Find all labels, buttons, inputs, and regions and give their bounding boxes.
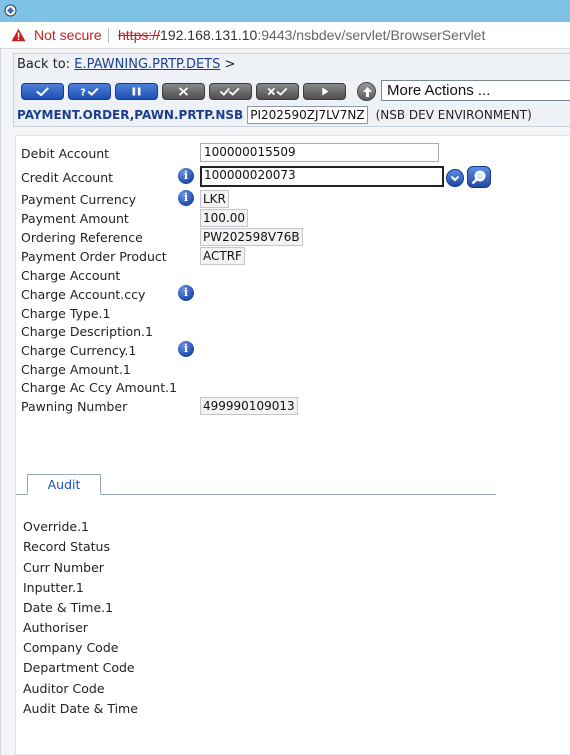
back-to-suffix: > xyxy=(224,57,236,72)
ordering-reference-value: PW202598V76B xyxy=(200,228,303,246)
record-status-label: Record Status xyxy=(23,539,110,554)
charge-description-label: Charge Description.1 xyxy=(21,324,153,339)
context-enquiry-button[interactable] xyxy=(357,82,376,101)
record-id-field: PI202590ZJ7LV7NZ xyxy=(247,106,368,124)
not-secure-label[interactable]: Not secure xyxy=(34,27,102,43)
charge-currency-label: Charge Currency.1 xyxy=(21,343,137,358)
next-record-button[interactable] xyxy=(303,83,346,100)
url-path: :9443/nsbdev/servlet/BrowserServlet xyxy=(257,27,486,43)
inputter-label: Inputter.1 xyxy=(23,580,84,595)
credit-account-lookup-button[interactable] xyxy=(467,166,491,188)
auditor-code-label: Auditor Code xyxy=(23,681,105,696)
question-check-icon: ? xyxy=(80,87,99,98)
payment-currency-label: Payment Currency xyxy=(21,192,137,207)
url-scheme: https:// xyxy=(118,27,161,43)
url-text[interactable]: https://192.168.131.10:9443/nsbdev/servl… xyxy=(118,27,485,43)
charge-account-ccy-label: Charge Account.ccy xyxy=(21,287,146,302)
pawning-number-value: 499990109013 xyxy=(200,397,298,415)
info-icon[interactable]: i xyxy=(178,168,194,184)
charge-amount-label: Charge Amount.1 xyxy=(21,362,131,377)
magnifier-icon xyxy=(471,170,486,185)
department-code-label: Department Code xyxy=(23,660,135,675)
tab-bar: Audit xyxy=(16,474,496,495)
charge-type-label: Charge Type.1 xyxy=(21,306,111,321)
chevron-down-icon xyxy=(450,175,460,182)
back-to-prefix: Back to: xyxy=(17,57,71,72)
page-content: Back to: E.PAWNING.PRTP.DETS > ? More Ac… xyxy=(0,49,570,755)
application-header: PAYMENT.ORDER,PAWN.PRTP.NSB PI202590ZJ7L… xyxy=(17,106,532,124)
commit-deal-button[interactable] xyxy=(21,83,64,100)
payment-order-form: Debit Account 100000015509 Credit Accoun… xyxy=(15,135,570,755)
payment-order-product-label: Payment Order Product xyxy=(21,249,167,264)
curr-number-label: Curr Number xyxy=(23,560,104,575)
environment-label: (NSB DEV ENVIRONMENT) xyxy=(375,108,532,122)
svg-text:?: ? xyxy=(80,87,86,98)
override-label: Override.1 xyxy=(23,519,90,534)
back-to-link[interactable]: E.PAWNING.PRTP.DETS xyxy=(74,57,220,72)
arrow-up-icon xyxy=(363,87,372,97)
payment-currency-value: LKR xyxy=(200,190,229,208)
company-code-label: Company Code xyxy=(23,640,119,655)
pawning-number-label: Pawning Number xyxy=(21,399,128,414)
address-divider xyxy=(108,28,109,43)
app-window-icon xyxy=(4,4,17,17)
cross-check-icon xyxy=(267,87,288,96)
info-icon[interactable]: i xyxy=(178,341,194,357)
debit-account-input[interactable]: 100000015509 xyxy=(200,143,439,162)
double-check-icon xyxy=(219,87,240,96)
payment-amount-label: Payment Amount xyxy=(21,211,129,226)
contract-toolbar: Back to: E.PAWNING.PRTP.DETS > ? More Ac… xyxy=(13,53,570,127)
credit-account-input[interactable]: 100000020073 xyxy=(200,166,444,187)
browser-title-bar xyxy=(0,0,570,22)
application-title: PAYMENT.ORDER,PAWN.PRTP.NSB xyxy=(17,108,244,122)
delete-deal-button[interactable] xyxy=(162,83,205,100)
close-icon xyxy=(178,87,189,96)
breadcrumb: Back to: E.PAWNING.PRTP.DETS > xyxy=(17,57,235,72)
reverse-deal-button[interactable] xyxy=(256,83,299,100)
payment-order-product-value: ACTRF xyxy=(200,247,245,265)
validate-deal-button[interactable]: ? xyxy=(68,83,111,100)
charge-ac-ccy-amount-label: Charge Ac Ccy Amount.1 xyxy=(21,380,178,395)
pause-icon xyxy=(132,87,141,96)
warning-icon xyxy=(11,28,26,42)
debit-account-label: Debit Account xyxy=(21,146,110,161)
hold-deal-button[interactable] xyxy=(115,83,158,100)
charge-account-label: Charge Account xyxy=(21,268,121,283)
address-bar[interactable]: Not secure https://192.168.131.10:9443/n… xyxy=(0,22,570,49)
authorise-deal-button[interactable] xyxy=(209,83,252,100)
credit-account-label: Credit Account xyxy=(21,170,114,185)
url-host: 192.168.131.10 xyxy=(160,27,258,43)
tab-audit[interactable]: Audit xyxy=(27,474,101,495)
info-icon[interactable]: i xyxy=(178,190,194,206)
payment-amount-value: 100.00 xyxy=(200,209,248,227)
date-time-label: Date & Time.1 xyxy=(23,600,114,615)
play-icon xyxy=(322,87,329,96)
info-icon[interactable]: i xyxy=(178,285,194,301)
audit-date-time-label: Audit Date & Time xyxy=(23,701,138,716)
credit-account-dropdown-button[interactable] xyxy=(446,169,464,187)
authoriser-label: Authoriser xyxy=(23,620,88,635)
ordering-reference-label: Ordering Reference xyxy=(21,230,143,245)
checkmark-icon xyxy=(36,87,49,97)
more-actions-select[interactable]: More Actions ... xyxy=(381,80,570,101)
